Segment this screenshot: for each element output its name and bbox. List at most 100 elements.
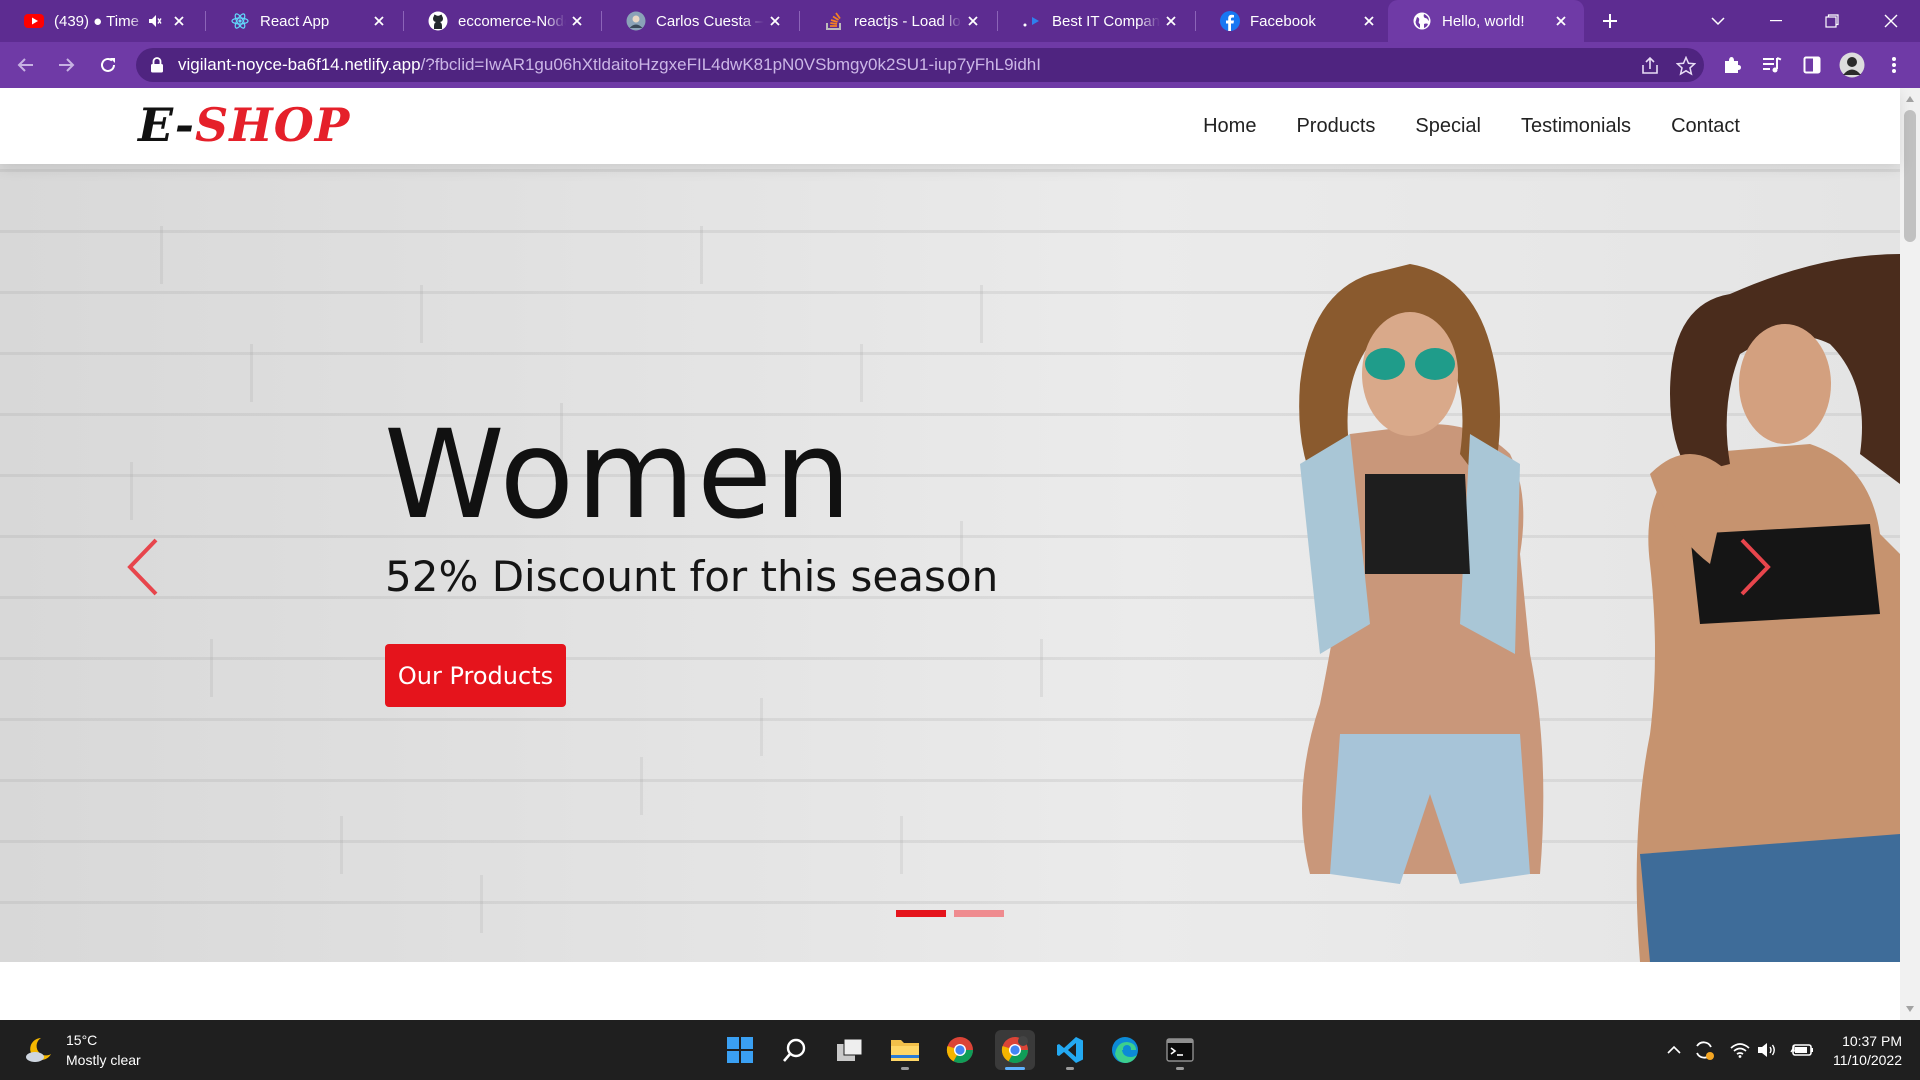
battery-charging-icon	[1790, 1044, 1813, 1056]
brick-joint	[340, 816, 343, 874]
speaker-icon[interactable]	[148, 14, 168, 28]
profile-avatar[interactable]	[1838, 51, 1866, 79]
back-button[interactable]	[10, 49, 42, 81]
brick-joint	[130, 462, 133, 520]
lock-icon[interactable]	[150, 57, 164, 73]
page-section-below-hero	[0, 962, 1900, 1020]
our-products-button[interactable]: Our Products	[385, 644, 566, 707]
wifi-tray-button[interactable]	[1728, 1038, 1752, 1062]
close-tab-icon[interactable]	[962, 10, 984, 32]
close-tab-icon[interactable]	[764, 10, 786, 32]
tab-hello-world[interactable]: Hello, world!	[1388, 0, 1584, 42]
brick-joint	[1040, 639, 1043, 697]
site-logo[interactable]: E-SHOP	[138, 98, 350, 152]
active-indicator	[1005, 1067, 1025, 1070]
sync-tray-button[interactable]	[1692, 1038, 1716, 1062]
restore-button[interactable]	[1808, 0, 1856, 42]
nav-testimonials[interactable]: Testimonials	[1521, 115, 1631, 138]
brick-joint	[860, 344, 863, 402]
chrome-taskbar-button[interactable]	[940, 1030, 980, 1070]
nav-products[interactable]: Products	[1296, 115, 1375, 138]
brick-joint	[250, 344, 253, 402]
windows-start-icon	[727, 1037, 753, 1063]
tab-carlos-cuesta[interactable]: Carlos Cuesta – A	[602, 0, 798, 42]
task-view-button[interactable]	[830, 1030, 870, 1070]
tab-search-button[interactable]	[1696, 0, 1740, 42]
playlist-icon	[1763, 57, 1782, 73]
forward-button[interactable]	[50, 49, 82, 81]
nav-contact[interactable]: Contact	[1671, 115, 1740, 138]
restore-icon	[1825, 14, 1839, 28]
vscode-taskbar-button[interactable]	[1050, 1030, 1090, 1070]
nav-links: Home Products Special Testimonials Conta…	[1163, 88, 1740, 164]
tab-youtube[interactable]: (439) ● Time	[0, 0, 202, 42]
running-indicator	[901, 1067, 909, 1070]
scroll-down-icon[interactable]	[1905, 1004, 1915, 1014]
minimize-button[interactable]	[1752, 0, 1800, 42]
weather-widget[interactable]: 15°C Mostly clear	[24, 1030, 141, 1070]
site-navbar: E-SHOP Home Products Special Testimonial…	[0, 88, 1900, 164]
edge-taskbar-button[interactable]	[1105, 1030, 1145, 1070]
file-explorer-icon	[891, 1040, 919, 1061]
scroll-up-icon[interactable]	[1905, 94, 1915, 104]
battery-tray-button[interactable]	[1790, 1038, 1814, 1062]
nav-home[interactable]: Home	[1203, 115, 1256, 138]
task-view-icon	[837, 1038, 863, 1061]
terminal-taskbar-button[interactable]	[1160, 1030, 1200, 1070]
page-scrollbar[interactable]	[1900, 88, 1920, 1020]
address-bar[interactable]: vigilant-noyce-ba6f14.netlify.app /?fbcl…	[136, 48, 1704, 82]
close-tab-icon[interactable]	[566, 10, 588, 32]
tab-title: eccomerce-Node	[458, 12, 566, 30]
reload-button[interactable]	[92, 49, 124, 81]
scrollbar-thumb[interactable]	[1904, 110, 1916, 242]
share-icon[interactable]	[1640, 56, 1660, 76]
page-viewport: E-SHOP Home Products Special Testimonial…	[0, 88, 1920, 1020]
carousel-indicator-1[interactable]	[896, 910, 946, 917]
tab-stackoverflow[interactable]: reactjs - Load loc	[800, 0, 996, 42]
carousel-indicators	[896, 910, 1012, 917]
carousel-indicator-2[interactable]	[954, 910, 1004, 917]
forward-arrow-icon	[59, 58, 75, 72]
bookmark-star-icon[interactable]	[1676, 56, 1696, 76]
tab-title: reactjs - Load loc	[854, 12, 962, 30]
chevron-right-icon	[1740, 538, 1771, 596]
tab-title: (439) ● Time	[54, 12, 139, 30]
chrome-menu-button[interactable]	[1880, 51, 1908, 79]
close-tab-icon[interactable]	[1358, 10, 1380, 32]
carousel-prev-button[interactable]	[112, 522, 172, 612]
close-tab-icon[interactable]	[1160, 10, 1182, 32]
system-clock[interactable]: 10:37 PM 11/10/2022	[1833, 1032, 1902, 1070]
wifi-icon	[1730, 1043, 1750, 1058]
nav-special[interactable]: Special	[1415, 115, 1481, 138]
tab-title: React App	[260, 12, 330, 30]
side-panel-button[interactable]	[1798, 51, 1826, 79]
arrow-favicon-icon	[1022, 11, 1042, 31]
taskbar-search-button[interactable]	[775, 1030, 815, 1070]
weather-description: Mostly clear	[66, 1052, 141, 1068]
running-indicator	[1066, 1067, 1074, 1070]
start-button[interactable]	[720, 1030, 760, 1070]
hero-models-image	[1299, 254, 1900, 962]
tab-best-it-company[interactable]: Best IT Company	[998, 0, 1194, 42]
volume-tray-button[interactable]	[1755, 1038, 1779, 1062]
tab-react-app[interactable]: React App	[206, 0, 402, 42]
brick-joint	[420, 285, 423, 343]
close-tab-icon[interactable]	[168, 10, 190, 32]
tab-facebook[interactable]: Facebook	[1196, 0, 1392, 42]
chrome-active-icon	[1001, 1036, 1029, 1064]
tab-title: Facebook	[1250, 12, 1316, 30]
extensions-button[interactable]	[1718, 51, 1746, 79]
file-explorer-button[interactable]	[885, 1030, 925, 1070]
new-tab-button[interactable]	[1588, 0, 1632, 42]
close-tab-icon[interactable]	[368, 10, 390, 32]
close-window-button[interactable]	[1866, 0, 1916, 42]
stackoverflow-icon	[824, 11, 844, 31]
media-control-button[interactable]	[1758, 51, 1786, 79]
close-tab-icon[interactable]	[1550, 10, 1572, 32]
tab-github[interactable]: eccomerce-Node	[404, 0, 600, 42]
tab-title: Hello, world!	[1442, 12, 1525, 30]
show-hidden-icons-button[interactable]	[1662, 1038, 1686, 1062]
chrome-profile-taskbar-button[interactable]	[995, 1030, 1035, 1070]
hero-carousel: Women 52% Discount for this season Our P…	[0, 164, 1900, 962]
carousel-next-button[interactable]	[1726, 522, 1786, 612]
